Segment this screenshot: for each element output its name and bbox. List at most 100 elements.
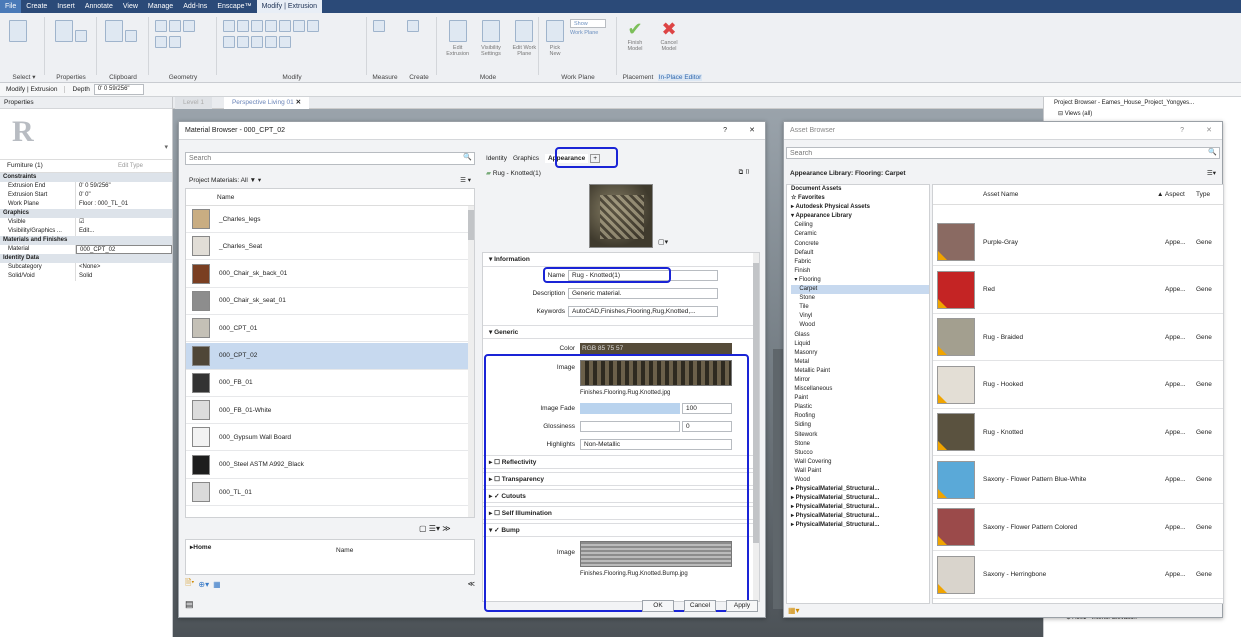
split-icon[interactable] bbox=[223, 36, 235, 48]
asset-tree-item[interactable]: ▸ PhysicalMaterial_Structural... bbox=[791, 503, 929, 512]
rotate-icon[interactable] bbox=[293, 20, 305, 32]
help-button[interactable]: ? bbox=[723, 122, 727, 140]
paste-icon[interactable] bbox=[105, 20, 123, 42]
finish-model-icon[interactable]: ✔ bbox=[627, 19, 642, 39]
collapse-down-icon[interactable]: ≫ bbox=[442, 524, 450, 533]
asset-tree-item[interactable]: ▾ Appearance Library bbox=[791, 212, 929, 221]
property-value[interactable]: Floor : 000_TL_01 bbox=[76, 200, 172, 209]
asset-library-icon[interactable]: ▦▾ bbox=[788, 606, 800, 615]
asset-row[interactable]: Saxony - Flower Pattern Blue-White Appe..… bbox=[933, 457, 1223, 504]
delete-icon[interactable] bbox=[279, 36, 291, 48]
property-category[interactable]: Identity Data bbox=[0, 254, 172, 263]
asset-tree-item[interactable]: Glass bbox=[791, 331, 929, 340]
generic-section[interactable]: ▾ Generic bbox=[483, 325, 759, 339]
asset-tree-item[interactable]: Miscellaneous bbox=[791, 385, 929, 394]
asset-tree-item[interactable]: Liquid bbox=[791, 340, 929, 349]
asset-tree-item[interactable]: Tile bbox=[791, 303, 929, 312]
collapse-button[interactable]: ≪ bbox=[468, 580, 475, 588]
material-row[interactable]: 000_CPT_02 bbox=[186, 342, 474, 370]
editor-scrollbar[interactable] bbox=[753, 253, 759, 601]
asset-tree-item[interactable]: Paint bbox=[791, 394, 929, 403]
asset-tree-item[interactable]: Metallic Paint bbox=[791, 367, 929, 376]
asset-tree-item[interactable]: ☆ Favorites bbox=[791, 194, 929, 203]
asset-tree-item[interactable]: Sitework bbox=[791, 431, 929, 440]
property-value[interactable]: Edit... bbox=[76, 227, 172, 236]
cut-icon[interactable] bbox=[125, 30, 137, 42]
work-plane-viewer-button[interactable]: Work Plane bbox=[570, 28, 606, 38]
asset-tree-item[interactable]: Ceiling bbox=[791, 221, 929, 230]
type-header[interactable]: Type bbox=[1196, 185, 1210, 205]
description-input[interactable]: Generic material. bbox=[568, 288, 718, 299]
material-row[interactable]: 000_FB_01-White bbox=[186, 397, 474, 425]
menu-modify-extrusion[interactable]: Modify | Extrusion bbox=[256, 0, 323, 13]
menu-manage[interactable]: Manage bbox=[143, 0, 178, 13]
menu-enscape[interactable]: Enscape™ bbox=[212, 0, 256, 13]
asset-tree-item[interactable]: Vinyl bbox=[791, 312, 929, 321]
list-view-icon[interactable]: ☰ ▾ bbox=[460, 176, 471, 184]
show-button[interactable]: Show bbox=[570, 19, 606, 28]
type-chevron-icon[interactable]: ▾ bbox=[164, 143, 168, 151]
property-value[interactable]: 000_CPT_02 bbox=[76, 245, 172, 254]
close-button[interactable]: ✕ bbox=[749, 122, 755, 140]
asset-tree-item[interactable]: Concrete bbox=[791, 240, 929, 249]
material-search-input[interactable] bbox=[185, 152, 475, 165]
asset-tree-item[interactable]: Masonry bbox=[791, 349, 929, 358]
property-category[interactable]: Graphics bbox=[0, 209, 172, 218]
preview-options-icon[interactable]: ▢▾ bbox=[658, 238, 668, 246]
create-similar-icon[interactable] bbox=[407, 20, 419, 32]
asset-row[interactable]: Purple-Gray Appe... Gene bbox=[933, 219, 1223, 266]
edit-extrusion-icon[interactable] bbox=[448, 20, 467, 42]
duplicate-asset-icon[interactable]: ⧉ ▯ bbox=[739, 169, 750, 177]
material-scrollbar-thumb[interactable] bbox=[468, 210, 474, 240]
property-value[interactable]: 0' 0 59/256" bbox=[76, 182, 172, 191]
split-face-icon[interactable] bbox=[155, 36, 167, 48]
asset-row[interactable]: Rug - Hooked Appe... Gene bbox=[933, 362, 1223, 409]
material-row[interactable]: 000_Chair_sk_seat_01 bbox=[186, 288, 474, 315]
asset-tree-item[interactable]: ▸ Autodesk Physical Assets bbox=[791, 203, 929, 212]
asset-tree-item[interactable]: ▾ Flooring bbox=[791, 276, 929, 285]
asset-tree-item[interactable]: Document Assets bbox=[791, 185, 929, 194]
property-value[interactable]: <None> bbox=[76, 263, 172, 272]
paint-icon[interactable] bbox=[169, 36, 181, 48]
home-node[interactable]: ▸Home bbox=[190, 543, 211, 551]
asset-search-input[interactable] bbox=[786, 147, 1220, 159]
asset-help-button[interactable]: ? bbox=[1180, 122, 1184, 140]
tab-identity[interactable]: Identity bbox=[486, 155, 507, 162]
material-row[interactable]: 000_TL_01 bbox=[186, 479, 474, 506]
scale-icon[interactable] bbox=[251, 36, 263, 48]
pin-icon[interactable] bbox=[265, 36, 277, 48]
material-row[interactable]: 000_FB_01 bbox=[186, 370, 474, 397]
material-row[interactable]: _Charles_legs bbox=[186, 206, 474, 233]
asset-row[interactable]: Saxony - Herringbone Appe... Gene bbox=[933, 552, 1223, 599]
asset-tree-item[interactable]: ▸ PhysicalMaterial_Structural... bbox=[791, 494, 929, 503]
menu-create[interactable]: Create bbox=[21, 0, 52, 13]
modify-icon[interactable] bbox=[9, 20, 27, 42]
create-material-icon[interactable]: 🗎▾ bbox=[185, 577, 194, 591]
offset-icon[interactable] bbox=[237, 20, 249, 32]
open-library-icon[interactable]: ⊕▾ bbox=[198, 580, 209, 589]
asset-close-button[interactable]: ✕ bbox=[1206, 122, 1212, 140]
tab-graphics[interactable]: Graphics bbox=[513, 155, 539, 162]
material-row[interactable]: 000_Chair_sk_back_01 bbox=[186, 261, 474, 288]
keywords-input[interactable]: AutoCAD,Finishes,Flooring,Rug,Knotted,..… bbox=[568, 306, 718, 317]
asset-tree-item[interactable]: Metal bbox=[791, 358, 929, 367]
aspect-header[interactable]: ▲ Aspect bbox=[1157, 185, 1185, 205]
material-row[interactable]: 000_CPT_01 bbox=[186, 315, 474, 343]
material-row[interactable]: 000_Gypsum Wall Board bbox=[186, 424, 474, 452]
asset-tree-item[interactable]: Wood bbox=[791, 476, 929, 485]
menu-annotate[interactable]: Annotate bbox=[80, 0, 118, 13]
editor-scrollbar-thumb[interactable] bbox=[753, 263, 759, 543]
tab-perspective[interactable]: Perspective Living 01 ✕ bbox=[223, 96, 310, 109]
cancel-model-icon[interactable]: ✖ bbox=[661, 19, 676, 39]
property-value[interactable]: Solid bbox=[76, 272, 172, 281]
menu-view[interactable]: View bbox=[118, 0, 143, 13]
project-materials-filter[interactable]: Project Materials: All ▼ ▾ bbox=[189, 176, 261, 184]
type-selector[interactable]: Furniture (1) bbox=[4, 160, 104, 172]
asset-tree-item[interactable]: Carpet bbox=[791, 285, 929, 295]
edit-type-button[interactable]: Edit Type bbox=[118, 163, 143, 169]
information-section[interactable]: ▾ Information bbox=[483, 253, 759, 267]
array-icon[interactable] bbox=[237, 36, 249, 48]
asset-tree-item[interactable]: Stone bbox=[791, 440, 929, 449]
select-dropdown[interactable]: Select ▾ bbox=[2, 73, 46, 81]
asset-tree-item[interactable]: Stone bbox=[791, 294, 929, 303]
